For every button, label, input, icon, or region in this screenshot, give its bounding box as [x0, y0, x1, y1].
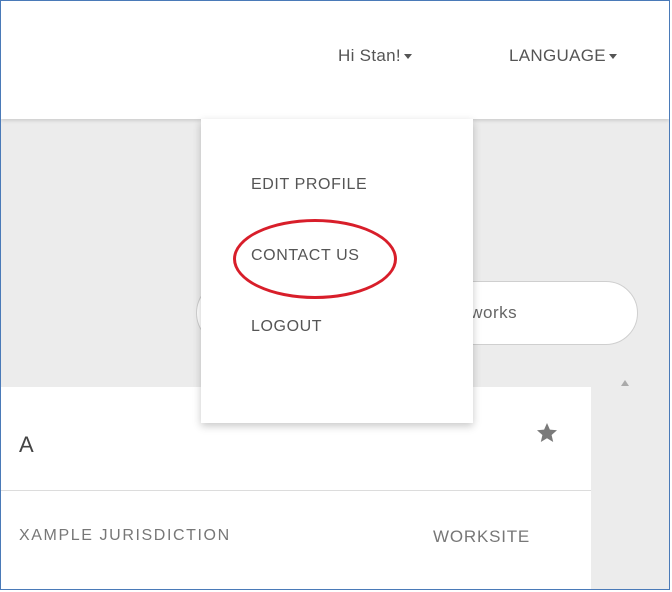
top-navigation-bar: Hi Stan! LANGUAGE — [1, 1, 669, 119]
user-greeting: Hi Stan! — [338, 46, 401, 65]
card-divider — [1, 490, 591, 491]
user-dropdown-menu: EDIT PROFILE CONTACT US LOGOUT — [201, 119, 473, 423]
scroll-up-arrow-icon[interactable] — [621, 380, 629, 386]
language-label: LANGUAGE — [509, 46, 606, 65]
caret-down-icon — [403, 54, 412, 60]
card-title: A — [19, 432, 34, 457]
card-jurisdiction: XAMPLE JURISDICTION — [19, 527, 231, 544]
menu-item-contact-us[interactable]: CONTACT US — [251, 247, 360, 265]
user-menu-toggle[interactable]: Hi Stan! — [338, 46, 412, 66]
card-worksite: WORKSITE — [433, 527, 531, 546]
star-icon[interactable] — [535, 421, 559, 445]
caret-down-icon — [608, 54, 617, 60]
menu-item-edit-profile[interactable]: EDIT PROFILE — [251, 176, 367, 194]
language-menu-toggle[interactable]: LANGUAGE — [509, 46, 617, 66]
app-window: Hi Stan! LANGUAGE tworks A XAMPLE JURISD… — [0, 0, 670, 590]
menu-item-logout[interactable]: LOGOUT — [251, 318, 322, 336]
